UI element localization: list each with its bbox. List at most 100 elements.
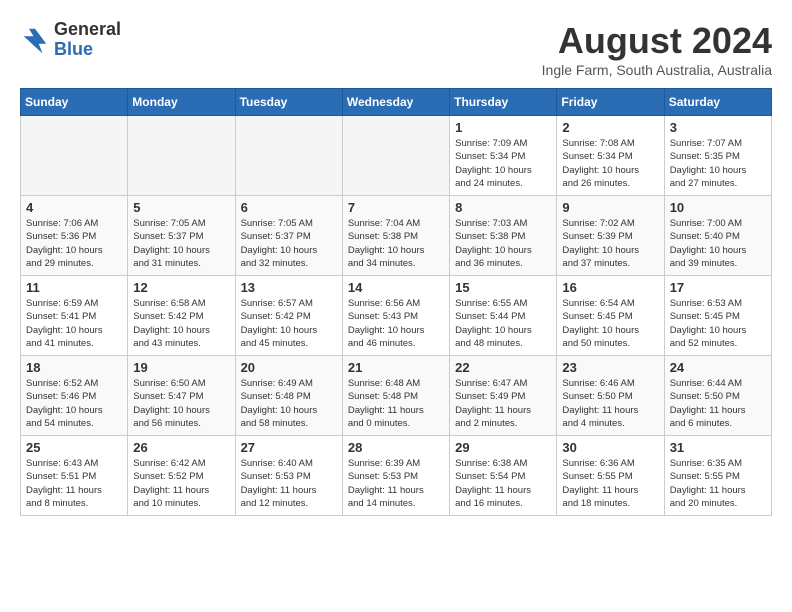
calendar-day: 11 Sunrise: 6:59 AM Sunset: 5:41 PM Dayli… (21, 276, 128, 356)
day-info: Sunrise: 6:54 AM Sunset: 5:45 PM Dayligh… (562, 297, 658, 350)
weekday-header-friday: Friday (557, 89, 664, 116)
day-number: 16 (562, 280, 658, 295)
calendar-day: 15 Sunrise: 6:55 AM Sunset: 5:44 PM Dayli… (450, 276, 557, 356)
month-title: August 2024 (542, 20, 772, 62)
day-number: 28 (348, 440, 444, 455)
day-number: 1 (455, 120, 551, 135)
day-info: Sunrise: 7:05 AM Sunset: 5:37 PM Dayligh… (241, 217, 337, 270)
day-info: Sunrise: 6:52 AM Sunset: 5:46 PM Dayligh… (26, 377, 122, 430)
day-info: Sunrise: 6:59 AM Sunset: 5:41 PM Dayligh… (26, 297, 122, 350)
calendar-day: 19Sunrise: 6:50 AM Sunset: 5:47 PM Dayli… (128, 356, 235, 436)
day-number: 23 (562, 360, 658, 375)
day-number: 22 (455, 360, 551, 375)
day-info: Sunrise: 6:42 AM Sunset: 5:52 PM Dayligh… (133, 457, 229, 510)
day-info: Sunrise: 6:57 AM Sunset: 5:42 PM Dayligh… (241, 297, 337, 350)
calendar-day: 31 Sunrise: 6:35 AM Sunset: 5:55 PM Dayli… (664, 436, 771, 516)
day-number: 10 (670, 200, 766, 215)
day-number: 14 (348, 280, 444, 295)
day-info: Sunrise: 6:47 AM Sunset: 5:49 PM Dayligh… (455, 377, 551, 430)
weekday-header-saturday: Saturday (664, 89, 771, 116)
calendar-day (128, 116, 235, 196)
day-info: Sunrise: 6:58 AM Sunset: 5:42 PM Dayligh… (133, 297, 229, 350)
day-info: Sunrise: 6:55 AM Sunset: 5:44 PM Dayligh… (455, 297, 551, 350)
calendar-day: 13 Sunrise: 6:57 AM Sunset: 5:42 PM Dayli… (235, 276, 342, 356)
day-info: Sunrise: 6:43 AM Sunset: 5:51 PM Dayligh… (26, 457, 122, 510)
calendar-day: 25 Sunrise: 6:43 AM Sunset: 5:51 PM Dayli… (21, 436, 128, 516)
day-number: 7 (348, 200, 444, 215)
day-number: 12 (133, 280, 229, 295)
day-info: Sunrise: 7:02 AM Sunset: 5:39 PM Dayligh… (562, 217, 658, 270)
calendar-day: 2 Sunrise: 7:08 AM Sunset: 5:34 PM Daylig… (557, 116, 664, 196)
calendar-day: 9Sunrise: 7:02 AM Sunset: 5:39 PM Daylig… (557, 196, 664, 276)
day-number: 30 (562, 440, 658, 455)
calendar-day: 22 Sunrise: 6:47 AM Sunset: 5:49 PM Dayli… (450, 356, 557, 436)
weekday-header-sunday: Sunday (21, 89, 128, 116)
calendar-day: 17Sunrise: 6:53 AM Sunset: 5:45 PM Dayli… (664, 276, 771, 356)
day-info: Sunrise: 6:46 AM Sunset: 5:50 PM Dayligh… (562, 377, 658, 430)
logo: General Blue (20, 20, 121, 60)
calendar-day: 26 Sunrise: 6:42 AM Sunset: 5:52 PM Dayli… (128, 436, 235, 516)
calendar-day: 12 Sunrise: 6:58 AM Sunset: 5:42 PM Dayli… (128, 276, 235, 356)
calendar-day: 28 Sunrise: 6:39 AM Sunset: 5:53 PM Dayli… (342, 436, 449, 516)
day-info: Sunrise: 7:07 AM Sunset: 5:35 PM Dayligh… (670, 137, 766, 190)
page-header: General Blue August 2024 Ingle Farm, Sou… (20, 20, 772, 78)
calendar-day: 10 Sunrise: 7:00 AM Sunset: 5:40 PM Dayli… (664, 196, 771, 276)
day-info: Sunrise: 6:38 AM Sunset: 5:54 PM Dayligh… (455, 457, 551, 510)
day-info: Sunrise: 6:48 AM Sunset: 5:48 PM Dayligh… (348, 377, 444, 430)
day-number: 29 (455, 440, 551, 455)
day-info: Sunrise: 6:49 AM Sunset: 5:48 PM Dayligh… (241, 377, 337, 430)
calendar-day: 27Sunrise: 6:40 AM Sunset: 5:53 PM Dayli… (235, 436, 342, 516)
calendar-day: 8 Sunrise: 7:03 AM Sunset: 5:38 PM Daylig… (450, 196, 557, 276)
day-number: 20 (241, 360, 337, 375)
day-number: 17 (670, 280, 766, 295)
calendar-table: SundayMondayTuesdayWednesdayThursdayFrid… (20, 88, 772, 516)
day-info: Sunrise: 7:00 AM Sunset: 5:40 PM Dayligh… (670, 217, 766, 270)
day-info: Sunrise: 7:03 AM Sunset: 5:38 PM Dayligh… (455, 217, 551, 270)
day-info: Sunrise: 7:08 AM Sunset: 5:34 PM Dayligh… (562, 137, 658, 190)
location-text: Ingle Farm, South Australia, Australia (542, 62, 772, 78)
weekday-header-monday: Monday (128, 89, 235, 116)
day-number: 13 (241, 280, 337, 295)
logo-text: General Blue (54, 20, 121, 60)
calendar-day: 5Sunrise: 7:05 AM Sunset: 5:37 PM Daylig… (128, 196, 235, 276)
day-info: Sunrise: 7:06 AM Sunset: 5:36 PM Dayligh… (26, 217, 122, 270)
day-number: 8 (455, 200, 551, 215)
day-number: 21 (348, 360, 444, 375)
calendar-week-3: 11 Sunrise: 6:59 AM Sunset: 5:41 PM Dayli… (21, 276, 772, 356)
title-block: August 2024 Ingle Farm, South Australia,… (542, 20, 772, 78)
calendar-day: 6 Sunrise: 7:05 AM Sunset: 5:37 PM Daylig… (235, 196, 342, 276)
day-info: Sunrise: 6:35 AM Sunset: 5:55 PM Dayligh… (670, 457, 766, 510)
day-number: 3 (670, 120, 766, 135)
day-number: 5 (133, 200, 229, 215)
calendar-day: 20 Sunrise: 6:49 AM Sunset: 5:48 PM Dayli… (235, 356, 342, 436)
day-number: 26 (133, 440, 229, 455)
day-number: 6 (241, 200, 337, 215)
weekday-header-wednesday: Wednesday (342, 89, 449, 116)
day-number: 31 (670, 440, 766, 455)
day-info: Sunrise: 6:56 AM Sunset: 5:43 PM Dayligh… (348, 297, 444, 350)
day-number: 15 (455, 280, 551, 295)
calendar-week-5: 25 Sunrise: 6:43 AM Sunset: 5:51 PM Dayli… (21, 436, 772, 516)
calendar-day: 23 Sunrise: 6:46 AM Sunset: 5:50 PM Dayli… (557, 356, 664, 436)
day-info: Sunrise: 6:44 AM Sunset: 5:50 PM Dayligh… (670, 377, 766, 430)
calendar-day: 1 Sunrise: 7:09 AM Sunset: 5:34 PM Daylig… (450, 116, 557, 196)
day-number: 18 (26, 360, 122, 375)
day-number: 19 (133, 360, 229, 375)
calendar-day: 21 Sunrise: 6:48 AM Sunset: 5:48 PM Dayli… (342, 356, 449, 436)
calendar-body: 1 Sunrise: 7:09 AM Sunset: 5:34 PM Daylig… (21, 116, 772, 516)
day-number: 25 (26, 440, 122, 455)
day-info: Sunrise: 7:09 AM Sunset: 5:34 PM Dayligh… (455, 137, 551, 190)
day-number: 4 (26, 200, 122, 215)
calendar-day (21, 116, 128, 196)
day-info: Sunrise: 6:39 AM Sunset: 5:53 PM Dayligh… (348, 457, 444, 510)
day-number: 11 (26, 280, 122, 295)
calendar-day: 16 Sunrise: 6:54 AM Sunset: 5:45 PM Dayli… (557, 276, 664, 356)
calendar-day: 29 Sunrise: 6:38 AM Sunset: 5:54 PM Dayli… (450, 436, 557, 516)
logo-blue-text: Blue (54, 40, 121, 60)
day-number: 2 (562, 120, 658, 135)
calendar-day: 4 Sunrise: 7:06 AM Sunset: 5:36 PM Daylig… (21, 196, 128, 276)
day-info: Sunrise: 6:40 AM Sunset: 5:53 PM Dayligh… (241, 457, 337, 510)
calendar-day: 24Sunrise: 6:44 AM Sunset: 5:50 PM Dayli… (664, 356, 771, 436)
day-info: Sunrise: 7:04 AM Sunset: 5:38 PM Dayligh… (348, 217, 444, 270)
calendar-day: 7 Sunrise: 7:04 AM Sunset: 5:38 PM Daylig… (342, 196, 449, 276)
